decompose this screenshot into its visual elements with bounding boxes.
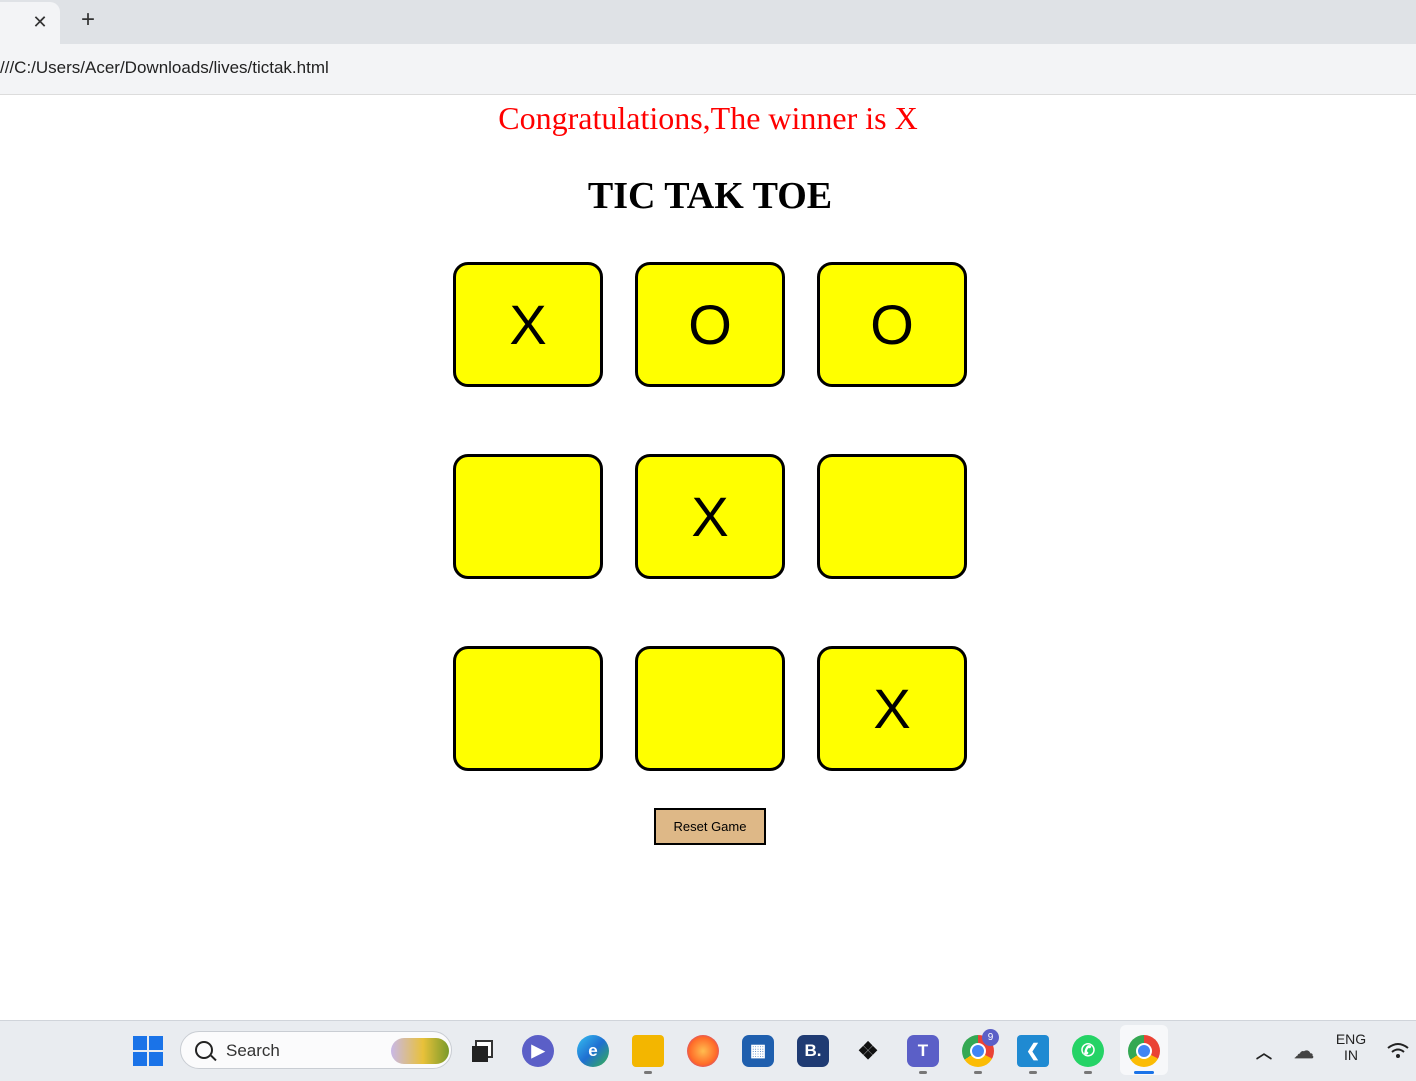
wifi-icon[interactable] xyxy=(1382,1035,1414,1067)
close-icon[interactable]: ✕ xyxy=(31,10,49,34)
taskbar: Search ▶ e ▦ B. ❖ T 9 ❮ ✆ ︿ ☁ ENG IN xyxy=(0,1020,1416,1081)
board-cell-1[interactable]: X xyxy=(453,262,603,387)
search-highlight-icon xyxy=(391,1038,449,1064)
browser-tab[interactable]: ✕ xyxy=(0,2,60,44)
address-bar[interactable]: ///C:/Users/Acer/Downloads/lives/tictak.… xyxy=(0,44,1416,95)
language-indicator[interactable]: ENG IN xyxy=(1330,1031,1372,1063)
page-title: TIC TAK TOE xyxy=(587,175,833,217)
start-icon[interactable] xyxy=(133,1036,163,1066)
bootstrap-icon[interactable]: B. xyxy=(797,1035,829,1067)
task-view-icon[interactable] xyxy=(466,1035,498,1067)
dropbox-icon[interactable]: ❖ xyxy=(852,1035,884,1067)
board-cell-5[interactable]: X xyxy=(635,454,785,579)
whatsapp-icon[interactable]: ✆ xyxy=(1072,1035,1104,1067)
teams-icon[interactable]: T xyxy=(907,1035,939,1067)
winner-message: Congratulations,The winner is X xyxy=(498,100,918,136)
file-explorer-icon[interactable] xyxy=(632,1035,664,1067)
board-cell-2[interactable]: O xyxy=(635,262,785,387)
board-cell-3[interactable]: O xyxy=(817,262,967,387)
whatsapp-running-indicator xyxy=(1084,1071,1092,1074)
search-icon xyxy=(195,1041,213,1059)
new-tab-button[interactable]: + xyxy=(76,6,100,34)
onedrive-icon[interactable]: ☁ xyxy=(1288,1035,1320,1067)
board-cell-9[interactable]: X xyxy=(817,646,967,771)
board-cell-8[interactable] xyxy=(635,646,785,771)
meet-icon[interactable]: ▶ xyxy=(522,1035,554,1067)
chrome-notification-badge: 9 xyxy=(982,1029,999,1046)
teams-running-indicator xyxy=(919,1071,927,1074)
board-cell-6[interactable] xyxy=(817,454,967,579)
chevron-up-icon[interactable]: ︿ xyxy=(1248,1035,1280,1067)
search-placeholder: Search xyxy=(226,1041,280,1060)
board-cell-4[interactable] xyxy=(453,454,603,579)
taskbar-search[interactable]: Search xyxy=(180,1031,452,1069)
region-code: IN xyxy=(1344,1047,1358,1063)
store-icon[interactable]: ▦ xyxy=(742,1035,774,1067)
chrome-active-indicator xyxy=(1134,1071,1154,1074)
explorer-running-indicator xyxy=(644,1071,652,1074)
tab-strip: ✕ + xyxy=(0,0,1416,44)
chrome-icon[interactable] xyxy=(1128,1035,1160,1067)
edge-icon[interactable]: e xyxy=(577,1035,609,1067)
chrome-running-indicator xyxy=(974,1071,982,1074)
reset-game-button[interactable]: Reset Game xyxy=(654,808,766,845)
firefox-icon[interactable] xyxy=(687,1035,719,1067)
url-text[interactable]: ///C:/Users/Acer/Downloads/lives/tictak.… xyxy=(0,58,329,78)
board-cell-7[interactable] xyxy=(453,646,603,771)
vscode-icon[interactable]: ❮ xyxy=(1017,1035,1049,1067)
language-code: ENG xyxy=(1335,1031,1367,1047)
vscode-running-indicator xyxy=(1029,1071,1037,1074)
game-board: X O O X X xyxy=(453,262,967,771)
